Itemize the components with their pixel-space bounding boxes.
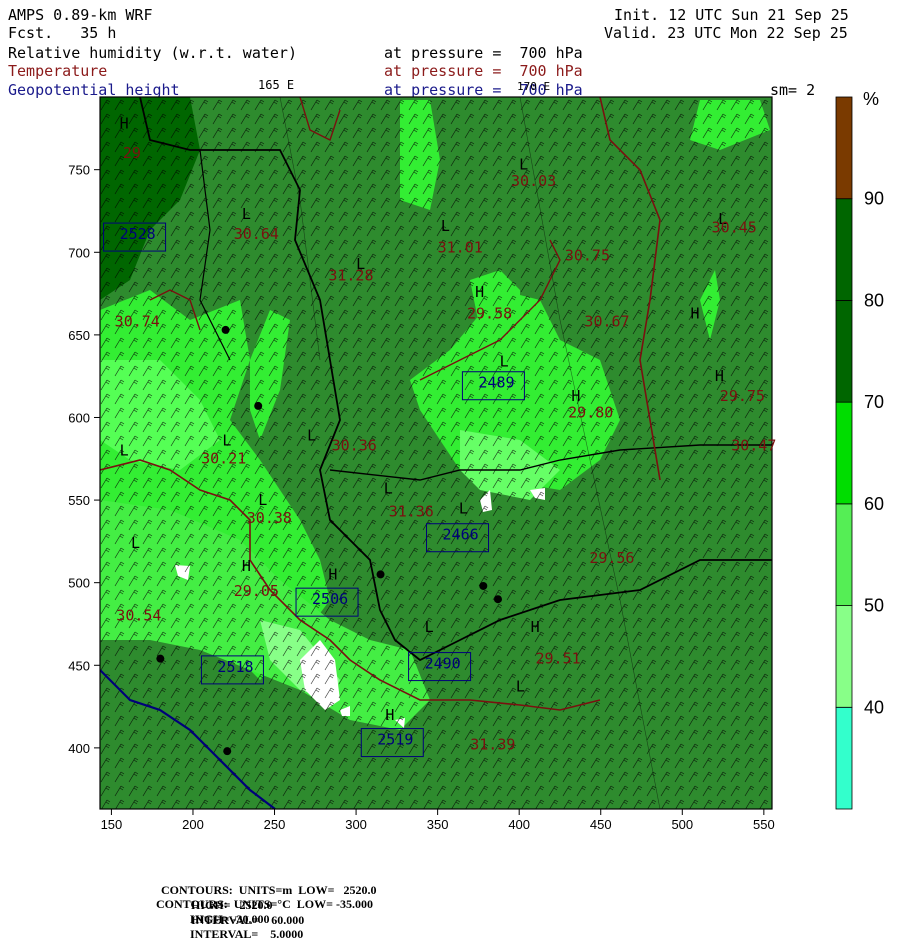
colorbar-segment — [835, 503, 853, 606]
temperature-label: 29.05 — [234, 582, 279, 600]
colorbar-segment — [835, 401, 853, 505]
x-tick-label: 500 — [671, 817, 693, 832]
y-tick-label: 650 — [68, 328, 90, 343]
pressure-center-marker: L — [120, 441, 129, 459]
y-tick-label: 750 — [68, 163, 90, 178]
pressure-center-marker: L — [222, 432, 231, 450]
map-figure: H292528L30.64L30.03L31.01L31.2830.75L30.… — [68, 89, 884, 832]
temperature-label: 30.36 — [332, 437, 377, 455]
pressure-center-marker: L — [307, 427, 316, 445]
temperature-label: 31.01 — [438, 238, 483, 256]
station-marker — [254, 401, 263, 410]
x-tick-label: 150 — [101, 817, 123, 832]
pressure-center-marker: H — [690, 304, 699, 322]
temperature-label: 30.74 — [115, 313, 160, 331]
y-tick-label: 500 — [68, 576, 90, 591]
station-marker — [221, 325, 230, 334]
colorbar-segment — [835, 198, 853, 301]
temperature-label: 30.03 — [511, 172, 556, 190]
colorbar: % 40 50 60 70 80 90 — [835, 89, 884, 810]
station-marker — [479, 581, 488, 590]
temperature-label: 30.47 — [731, 437, 776, 455]
geopotential-height-label: 2506 — [312, 590, 348, 608]
station-marker — [376, 570, 385, 579]
colorbar-tick-label: 90 — [864, 189, 884, 209]
colorbar-tick-label: 50 — [864, 596, 884, 616]
y-tick-label: 600 — [68, 410, 90, 425]
pressure-center-marker: L — [131, 534, 140, 552]
temperature-label: 29.56 — [589, 549, 634, 567]
colorbar-segment — [835, 605, 853, 708]
temperature-label: 29.51 — [535, 650, 580, 668]
temperature-label: 29 — [123, 144, 141, 162]
pressure-center-marker: L — [242, 205, 251, 223]
colorbar-segment — [835, 300, 853, 403]
temperature-label: 31.36 — [389, 503, 434, 521]
x-tick-label: 550 — [753, 817, 775, 832]
footer-temperature-label: CONTOURS: UNITS=°C LOW= -35.000 — [156, 897, 373, 911]
colorbar-tick-label: 70 — [864, 392, 884, 412]
temperature-label: 30.45 — [712, 218, 757, 236]
y-axis-ticks: 750 700 650 600 550 500 450 400 — [68, 163, 100, 756]
footer-temperature-high: HIGH= -30.000 — [190, 912, 270, 926]
temperature-label: 30.38 — [247, 509, 292, 527]
temperature-label: 30.75 — [565, 247, 610, 265]
pressure-center-marker: L — [459, 499, 468, 517]
temperature-label: 29.58 — [467, 304, 512, 322]
colorbar-tick-label: 80 — [864, 290, 884, 310]
temperature-label: 30.67 — [584, 313, 629, 331]
geopotential-height-label: 2528 — [120, 225, 156, 243]
footer-temperature-contours: CONTOURS: UNITS=°C LOW= -35.000 HIGH= -3… — [150, 882, 373, 942]
pressure-center-marker: H — [242, 557, 251, 575]
x-axis-ticks: 150 200 250 300 350 400 450 500 550 — [101, 809, 775, 832]
temperature-label: 31.28 — [328, 266, 373, 284]
pressure-center-marker: H — [328, 565, 337, 583]
pressure-center-marker: L — [441, 217, 450, 235]
y-tick-label: 450 — [68, 658, 90, 673]
pressure-center-marker: L — [500, 352, 509, 370]
x-tick-label: 400 — [508, 817, 530, 832]
pressure-center-marker: L — [425, 618, 434, 636]
x-tick-label: 450 — [590, 817, 612, 832]
pressure-center-marker: L — [384, 479, 393, 497]
geopotential-height-label: 2519 — [377, 731, 413, 749]
colorbar-tick-label: 60 — [864, 494, 884, 514]
x-tick-label: 300 — [345, 817, 367, 832]
temperature-label: 29.80 — [568, 403, 613, 421]
station-marker — [493, 595, 502, 604]
pressure-center-marker: H — [120, 114, 129, 132]
temperature-label: 29.75 — [720, 387, 765, 405]
station-marker — [223, 747, 232, 756]
x-tick-label: 250 — [264, 817, 286, 832]
station-marker — [156, 654, 165, 663]
temperature-label: 30.21 — [201, 450, 246, 468]
footer-temperature-interval: INTERVAL= 5.0000 — [190, 927, 304, 941]
geopotential-height-label: 2466 — [443, 526, 479, 544]
pressure-center-marker: H — [715, 367, 724, 385]
geopotential-height-label: 2518 — [217, 658, 253, 676]
temperature-label: 30.54 — [116, 607, 161, 625]
pressure-center-marker: L — [258, 491, 267, 509]
x-tick-label: 350 — [427, 817, 449, 832]
colorbar-tick-label: 40 — [864, 697, 884, 717]
y-tick-label: 400 — [68, 741, 90, 756]
y-tick-label: 550 — [68, 493, 90, 508]
temperature-label: 30.64 — [234, 225, 279, 243]
pressure-center-marker: H — [571, 387, 580, 405]
colorbar-unit: % — [863, 89, 879, 109]
temperature-label: 31.39 — [470, 736, 515, 754]
pressure-center-marker: H — [475, 283, 484, 301]
geopotential-height-label: 2489 — [478, 374, 514, 392]
x-tick-label: 200 — [182, 817, 204, 832]
pressure-center-marker: L — [519, 156, 528, 174]
colorbar-segment — [835, 706, 853, 810]
geopotential-height-label: 2490 — [425, 655, 461, 673]
colorbar-segment — [835, 96, 853, 200]
pressure-center-marker: H — [385, 706, 394, 724]
pressure-center-marker: H — [531, 618, 540, 636]
pressure-center-marker: L — [516, 678, 525, 696]
y-tick-label: 700 — [68, 245, 90, 260]
